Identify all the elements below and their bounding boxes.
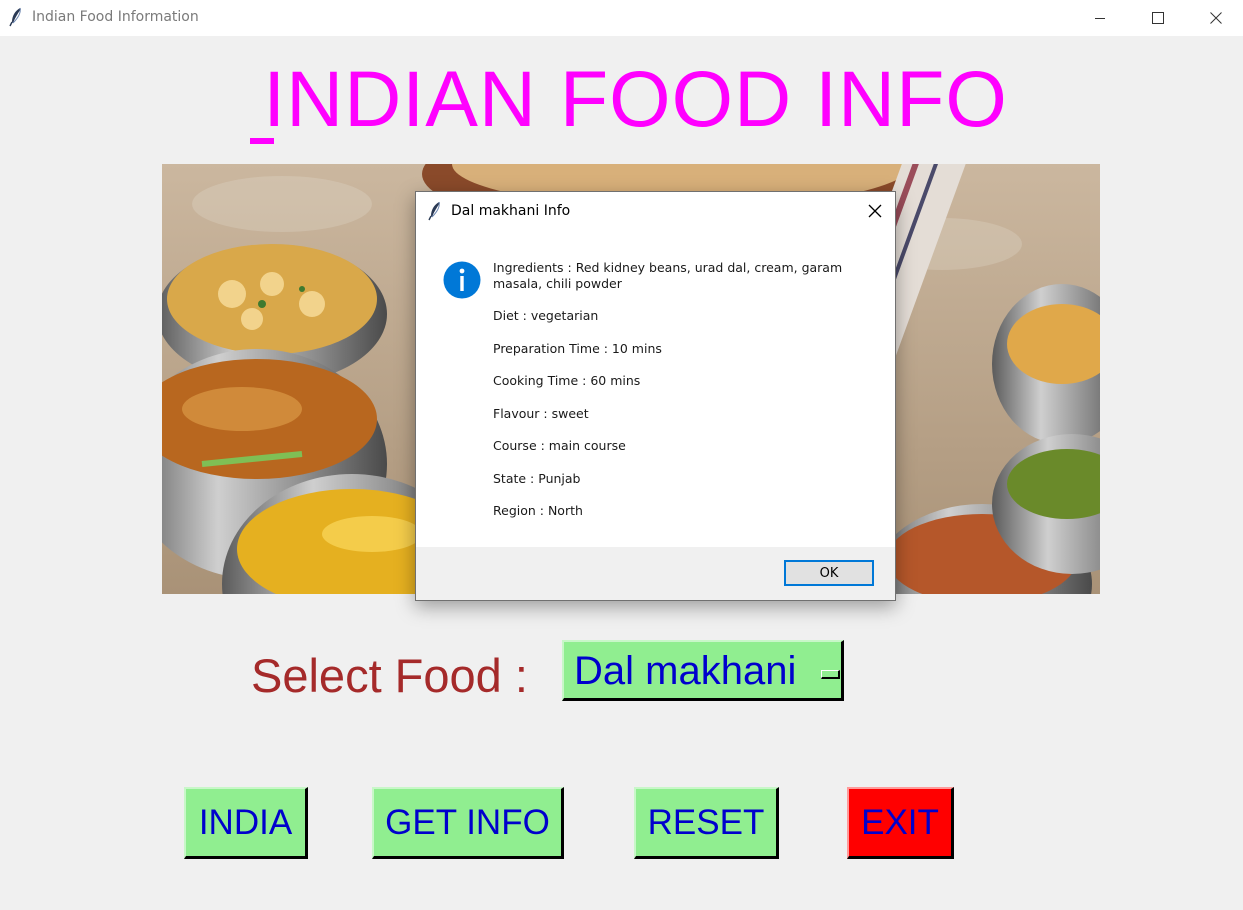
feather-icon (428, 201, 440, 221)
feather-icon (9, 7, 21, 27)
window-title: Indian Food Information (32, 9, 199, 25)
minimize-icon (1095, 18, 1105, 19)
window-titlebar: Indian Food Information (0, 0, 1243, 36)
india-button[interactable]: INDIA (184, 787, 308, 859)
dialog-title: Dal makhani Info (451, 203, 571, 219)
info-cook-time: Cooking Time : 60 mins (493, 373, 641, 388)
dropdown-indicator-icon (821, 670, 840, 679)
info-region: Region : North (493, 503, 583, 518)
info-course: Course : main course (493, 438, 626, 453)
maximize-icon (1152, 12, 1164, 24)
title-underline-accent (250, 138, 274, 144)
info-ingredients: Ingredients : Red kidney beans, urad dal… (493, 260, 843, 291)
dialog-close-button[interactable] (860, 198, 890, 224)
info-dialog: Dal makhani Info Ingredients : Red kidne… (415, 191, 896, 601)
maximize-button[interactable] (1129, 0, 1187, 36)
food-select-value: Dal makhani (574, 649, 797, 693)
app-title: INDIAN FOOD INFO (263, 54, 1008, 143)
info-state: State : Punjab (493, 470, 581, 486)
food-select-dropdown[interactable]: Dal makhani (562, 640, 844, 701)
dialog-footer: OK (416, 547, 895, 600)
close-icon (1210, 12, 1222, 24)
dialog-message: Ingredients : Red kidney beans, urad dal… (493, 260, 873, 536)
select-food-label: Select Food : (251, 649, 528, 702)
info-flavour: Flavour : sweet (493, 405, 589, 421)
info-prep-time: Preparation Time : 10 mins (493, 340, 662, 356)
exit-button[interactable]: EXIT (847, 787, 954, 859)
reset-button[interactable]: RESET (634, 787, 779, 859)
info-icon (443, 261, 481, 299)
ok-button[interactable]: OK (784, 560, 874, 586)
info-diet: Diet : vegetarian (493, 308, 599, 323)
window-close-button[interactable] (1187, 0, 1243, 36)
get-info-button[interactable]: GET INFO (372, 787, 564, 859)
close-icon (868, 204, 882, 218)
minimize-button[interactable] (1071, 0, 1129, 36)
